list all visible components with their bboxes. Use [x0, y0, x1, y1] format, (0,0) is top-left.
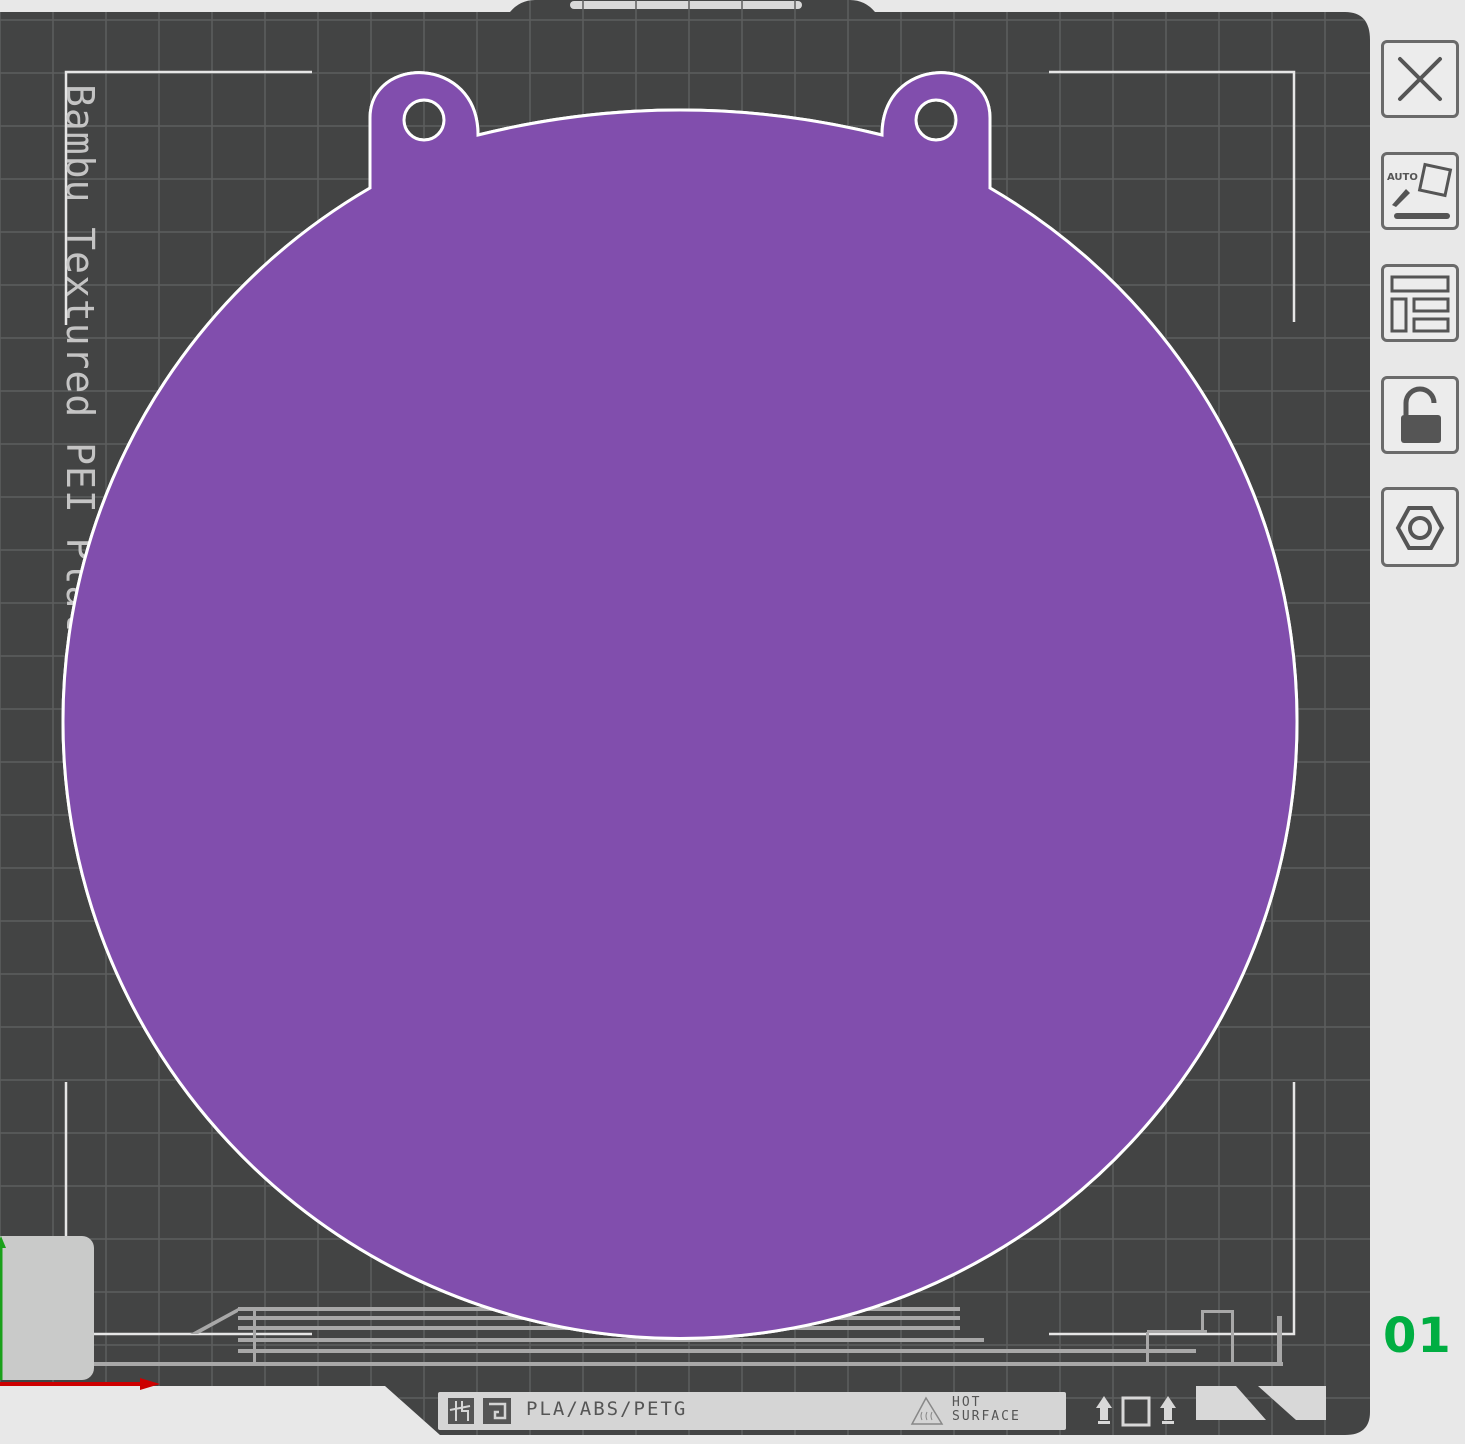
close-icon	[1398, 57, 1442, 101]
arrange-button[interactable]	[1381, 264, 1459, 342]
bed-brand-text: Bambu Textured PEI Plate	[60, 84, 100, 658]
auto-orient-icon: AUTO	[1387, 162, 1453, 219]
filament-compat-label: PLA/ABS/PETG	[526, 1398, 688, 1420]
svg-text:AUTO: AUTO	[1387, 172, 1418, 183]
close-plate-button[interactable]	[1381, 40, 1459, 118]
bed-brand-label: Bambu Textured PEI Plate	[60, 84, 100, 684]
settings-hex-icon	[1395, 506, 1445, 550]
hot-surface-line1: HOT	[952, 1395, 982, 1410]
unlock-icon	[1401, 386, 1441, 443]
arrange-icon	[1390, 275, 1450, 333]
hot-surface-line2: SURFACE	[952, 1409, 1021, 1424]
plate-viewport[interactable]: Bambu Textured PEI Plate PLA/ABS/PETG HO…	[0, 0, 1465, 1444]
hot-surface-warning: HOT SURFACE	[952, 1396, 1062, 1424]
lock-plate-button[interactable]	[1381, 376, 1459, 454]
plate-settings-button[interactable]	[1381, 487, 1459, 567]
plate-number[interactable]: 01	[1383, 1308, 1455, 1364]
auto-orient-button[interactable]: AUTO	[1381, 152, 1459, 230]
